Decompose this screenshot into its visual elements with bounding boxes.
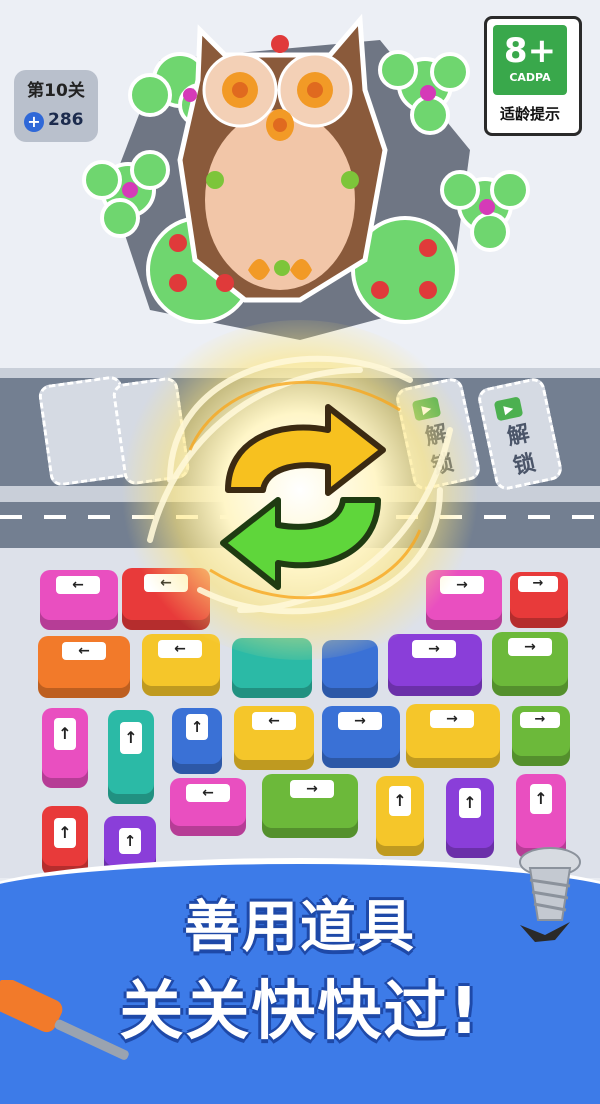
bus-red-vertical[interactable]: ↑ bbox=[42, 806, 88, 876]
bus-red[interactable]: → bbox=[510, 572, 568, 628]
level-label: 第10关 bbox=[27, 81, 85, 101]
arrow-right-icon: → bbox=[430, 710, 474, 728]
arrow-right-icon: → bbox=[338, 712, 382, 730]
age-rating-badge: 8+ CADPA 适龄提示 bbox=[484, 16, 582, 136]
video-play-icon: ▶ bbox=[493, 396, 524, 422]
bus-purple-vertical[interactable]: ↑ bbox=[446, 778, 494, 858]
bus-pink[interactable]: ← bbox=[40, 570, 118, 630]
level-panel: 第10关 + 286 bbox=[14, 70, 98, 142]
age-rating-org: CADPA bbox=[509, 71, 551, 84]
arrow-right-icon: → bbox=[290, 780, 334, 798]
arrow-right-icon: → bbox=[508, 638, 552, 656]
bus-green[interactable]: → bbox=[512, 706, 570, 766]
bus-blue-vertical[interactable]: ↑ bbox=[172, 708, 222, 774]
arrow-up-icon: ↑ bbox=[54, 718, 76, 750]
coin-counter: + 286 bbox=[24, 110, 98, 134]
coin-value: 286 bbox=[48, 110, 84, 130]
arrow-up-icon: ↑ bbox=[119, 828, 141, 854]
arrow-left-icon: ← bbox=[62, 642, 106, 660]
arrow-up-icon: ↑ bbox=[54, 818, 76, 848]
screwdriver-icon bbox=[0, 980, 129, 1060]
age-rating-box: 8+ CADPA bbox=[493, 25, 567, 95]
arrow-up-icon: ↑ bbox=[186, 714, 208, 740]
arrow-left-icon: ← bbox=[56, 576, 100, 594]
arrow-up-icon: ↑ bbox=[389, 786, 411, 816]
arrow-right-icon: → bbox=[520, 712, 560, 728]
arrow-up-icon: ↑ bbox=[459, 788, 481, 818]
bus-teal-vertical[interactable]: ↑ bbox=[108, 710, 154, 804]
bus-pink[interactable]: ← bbox=[170, 778, 246, 836]
refresh-icon bbox=[220, 404, 386, 590]
screw-icon bbox=[519, 847, 581, 942]
plus-coin-icon: + bbox=[24, 112, 44, 132]
bus-green[interactable]: → bbox=[492, 632, 568, 696]
bus-green[interactable]: → bbox=[262, 774, 358, 838]
bus-blue[interactable]: → bbox=[322, 706, 400, 768]
arrow-right-icon: → bbox=[518, 576, 558, 592]
bus-yellow-vertical[interactable]: ↑ bbox=[376, 776, 424, 856]
arrow-left-icon: ← bbox=[186, 784, 230, 802]
arrow-up-icon: ↑ bbox=[120, 722, 142, 754]
unlock-label: 解锁 bbox=[504, 421, 538, 480]
bus-yellow[interactable]: ← bbox=[234, 706, 314, 770]
arrow-up-icon: ↑ bbox=[530, 784, 552, 814]
age-rating-tip: 适龄提示 bbox=[499, 105, 560, 123]
bus-pink-vertical[interactable]: ↑ bbox=[42, 708, 88, 788]
arrow-left-icon: ← bbox=[252, 712, 296, 730]
age-rating-number: 8+ bbox=[503, 31, 557, 71]
bus-yellow[interactable]: → bbox=[406, 704, 500, 768]
